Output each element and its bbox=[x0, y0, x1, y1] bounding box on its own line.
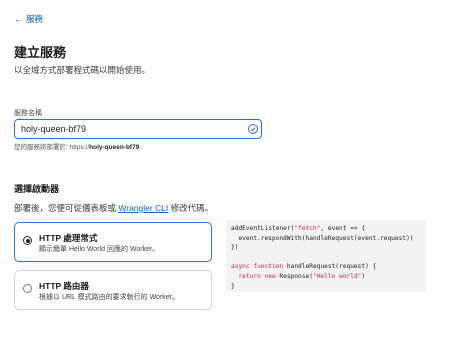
valid-check-icon bbox=[248, 124, 258, 134]
page-title: 建立服務 bbox=[14, 45, 67, 60]
helper-prefix: 您的服務將部署於: https:// bbox=[14, 144, 90, 151]
service-name-input[interactable] bbox=[14, 119, 262, 139]
code-line: return new Response("Hello world") bbox=[231, 272, 366, 280]
option-title: HTTP 處理常式 bbox=[39, 233, 98, 243]
radio-unselected-icon[interactable] bbox=[23, 284, 32, 293]
starter-desc-suffix: 修改代碼。 bbox=[168, 203, 214, 213]
arrow-left-icon: ← bbox=[14, 13, 23, 24]
service-name-label: 服務名稱 bbox=[14, 110, 42, 117]
option-title: HTTP 路由器 bbox=[39, 281, 89, 291]
code-line: event.respondWith(handleRequest(event.re… bbox=[231, 234, 414, 242]
starter-section-desc: 部署後，您便可從儀表板或 Wrangler CLI 修改代碼。 bbox=[14, 202, 213, 214]
option-desc: 顯示簡單 Hello World 回應的 Worker。 bbox=[39, 246, 160, 253]
helper-suffix: . bbox=[139, 144, 142, 151]
code-line: async function handleRequest(request) { bbox=[231, 263, 377, 271]
code-line: } bbox=[231, 282, 235, 290]
option-http-handler[interactable]: HTTP 處理常式 顯示簡單 Hello World 回應的 Worker。 bbox=[14, 222, 212, 262]
option-desc: 根據以 URL 模式路由的要求執行的 Worker。 bbox=[39, 294, 180, 301]
helper-service-name: holy-queen-bf79 bbox=[89, 144, 140, 151]
service-url-helper: 您的服務將部署於: https://holy-queen-bf79. bbox=[14, 141, 141, 151]
starter-section-title: 選擇啟動器 bbox=[14, 184, 60, 194]
wrangler-cli-link[interactable]: Wrangler CLI bbox=[118, 203, 168, 213]
starter-desc-prefix: 部署後，您便可從儀表板或 bbox=[14, 203, 119, 213]
code-line: }) bbox=[231, 244, 239, 252]
option-http-router[interactable]: HTTP 路由器 根據以 URL 模式路由的要求執行的 Worker。 bbox=[14, 270, 212, 310]
code-preview: addEventListener("fetch", event => { eve… bbox=[226, 220, 426, 292]
code-line: addEventListener("fetch", event => { bbox=[231, 225, 366, 232]
back-to-services-link[interactable]: ← 服務 bbox=[14, 13, 43, 25]
back-link-label: 服務 bbox=[26, 14, 44, 24]
page-subtitle: 以全域方式部署程式碼以開始使用。 bbox=[14, 65, 151, 75]
radio-selected-icon[interactable] bbox=[23, 236, 32, 245]
